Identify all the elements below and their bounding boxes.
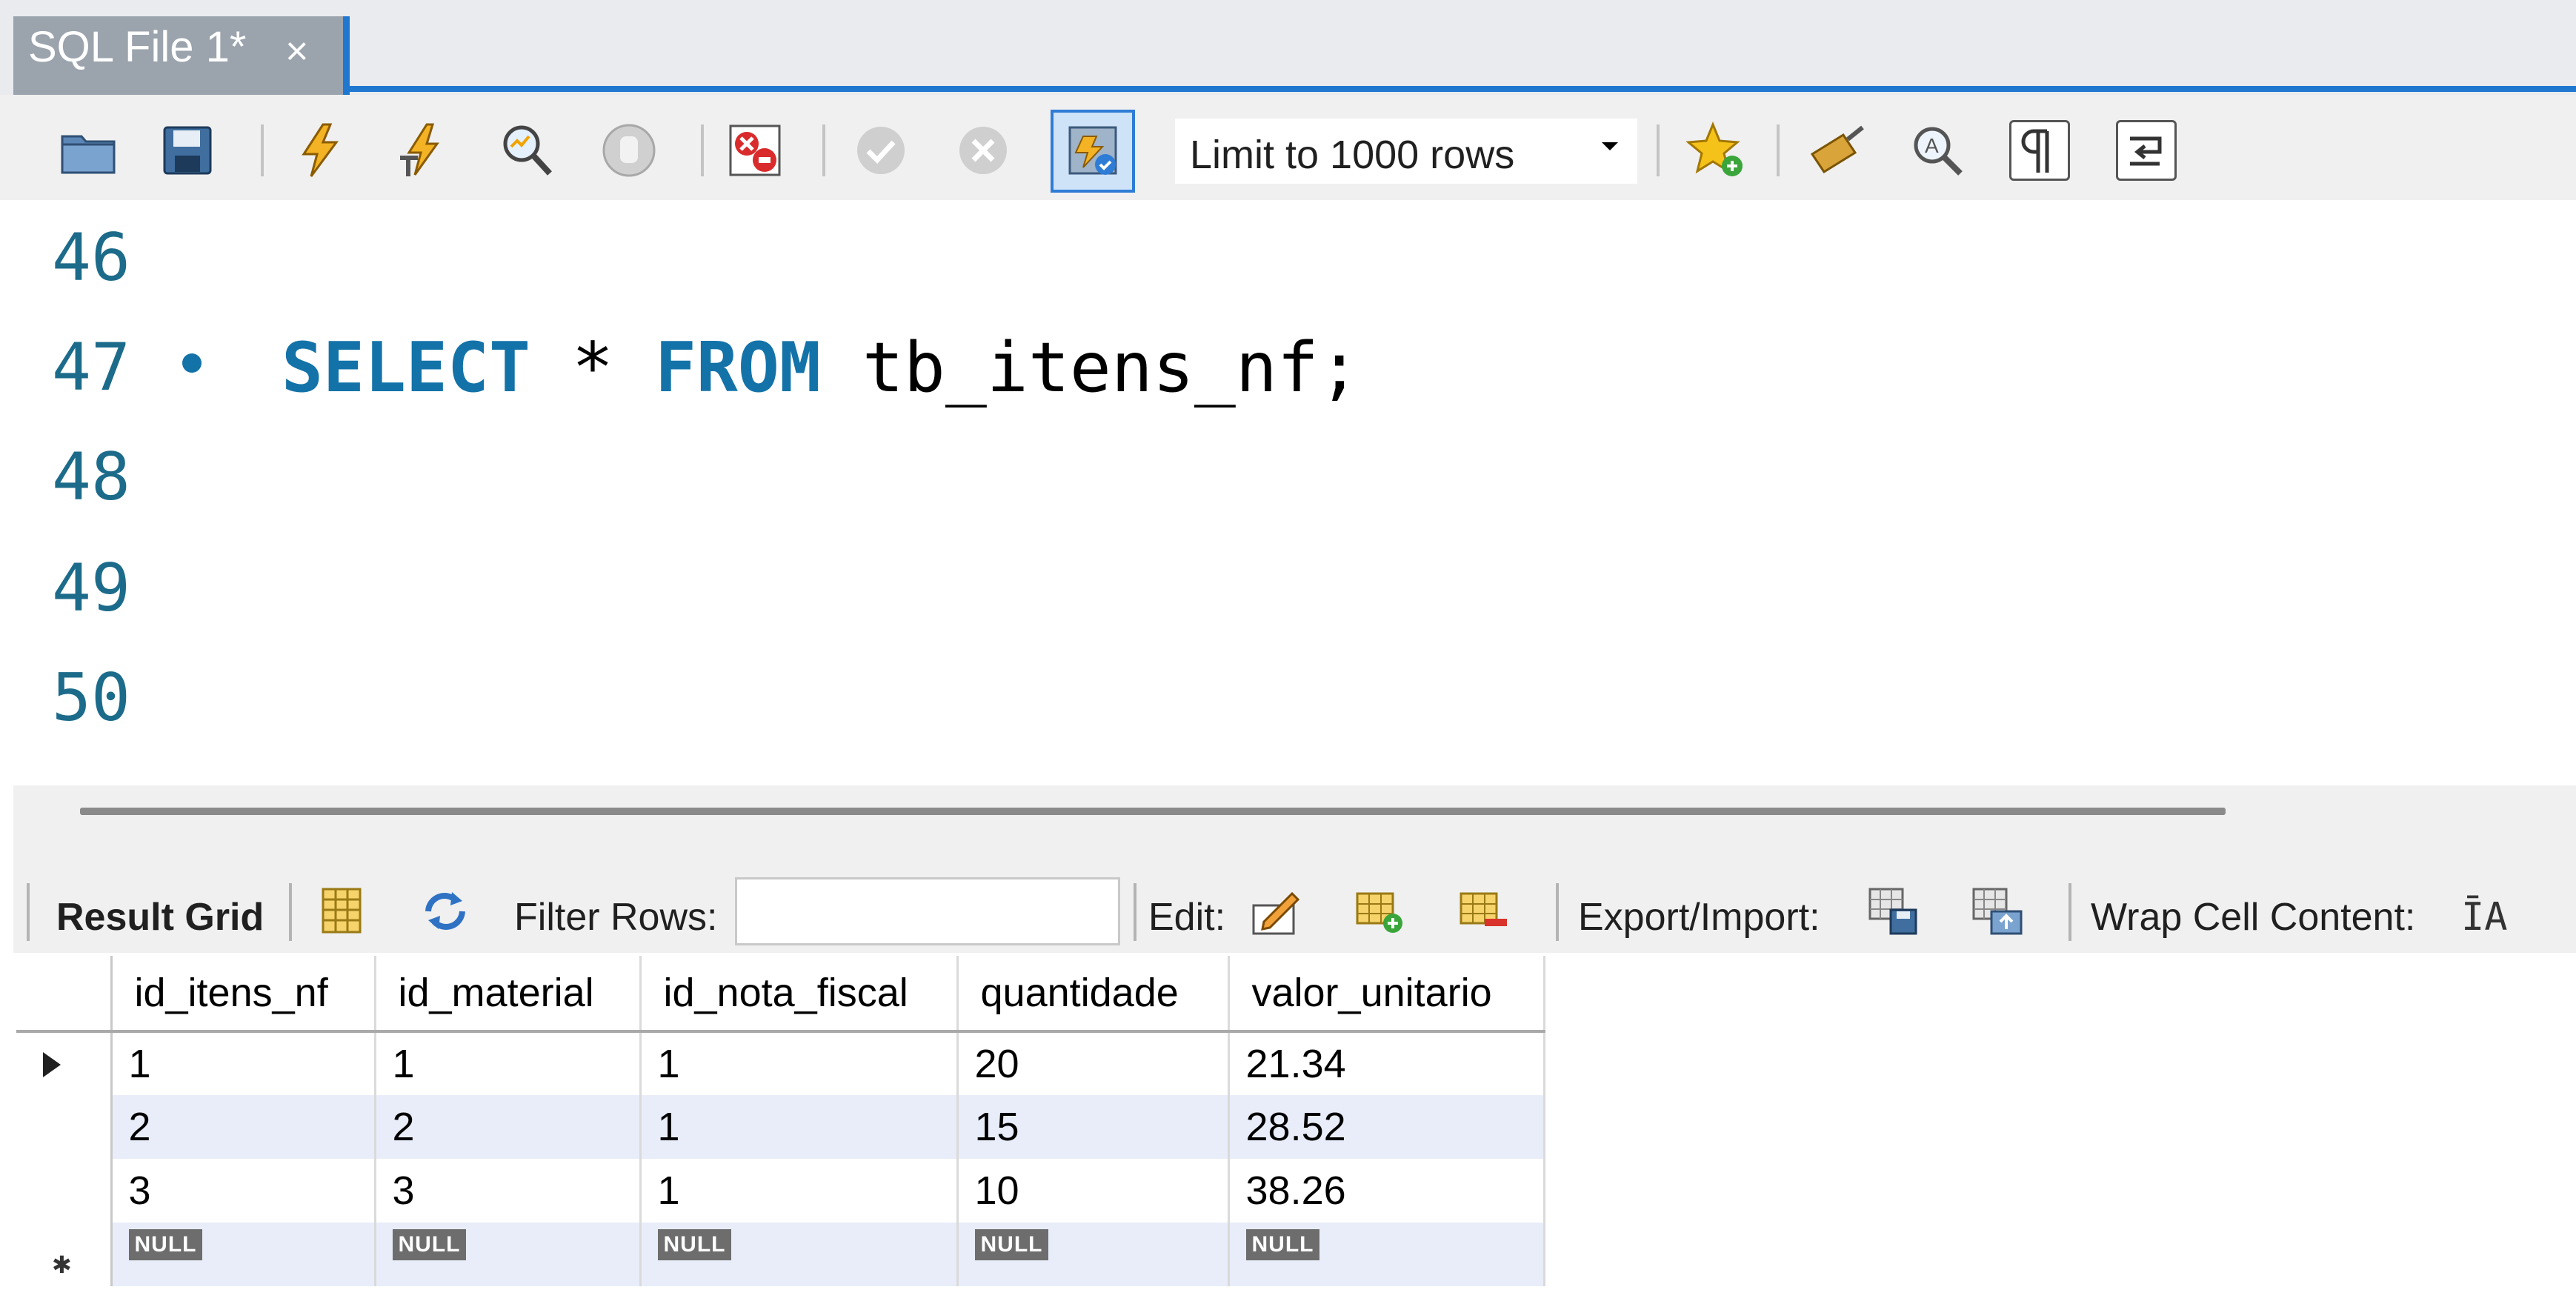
result-grid[interactable]: id_itens_nf id_material id_nota_fiscal q…: [13, 953, 2576, 1307]
row-header[interactable]: [16, 1095, 113, 1159]
table-cell[interactable]: NULL: [640, 1223, 959, 1286]
table-cell[interactable]: 21.34: [1228, 1031, 1545, 1095]
refresh-icon[interactable]: [418, 883, 473, 938]
line-number: 47: [52, 329, 130, 405]
keyword-from: FROM: [654, 327, 821, 408]
table-cell[interactable]: 2: [111, 1095, 376, 1159]
table-cell[interactable]: 3: [375, 1159, 642, 1223]
statement-marker-icon: [182, 353, 202, 373]
new-row[interactable]: ✱ NULL NULL NULL NULL NULL: [16, 1223, 1545, 1286]
export-icon[interactable]: [1866, 883, 1920, 938]
row-header-corner: [16, 956, 113, 1033]
editor-tab-strip: [0, 0, 2576, 95]
import-icon[interactable]: [1969, 883, 2024, 938]
add-bookmark-icon[interactable]: [1685, 120, 1747, 181]
table-cell[interactable]: 1: [111, 1031, 376, 1095]
tab-close-icon[interactable]: ×: [285, 28, 309, 74]
find-icon[interactable]: A: [1907, 120, 1968, 181]
sql-editor[interactable]: 46 47 48 49 50 SELECT * FROM tb_itens_nf…: [13, 200, 2576, 785]
beautify-icon[interactable]: [1806, 120, 1867, 181]
open-folder-icon[interactable]: [58, 120, 119, 181]
column-header[interactable]: valor_unitario: [1228, 956, 1545, 1033]
table-cell[interactable]: 10: [957, 1159, 1230, 1223]
autocommit-toggle-icon[interactable]: [1051, 110, 1135, 193]
table-cell[interactable]: NULL: [375, 1223, 642, 1286]
rollback-icon[interactable]: [953, 120, 1014, 181]
null-badge: NULL: [392, 1229, 467, 1260]
editor-toolbar: Limit to 1000 rows A: [0, 95, 2576, 200]
row-header[interactable]: ✱: [16, 1223, 113, 1286]
stop-icon[interactable]: [599, 120, 659, 181]
line-number: 48: [52, 439, 130, 515]
line-number: 50: [52, 659, 130, 736]
tab-underline: [343, 86, 2576, 92]
current-row-arrow-icon: [43, 1052, 61, 1077]
panel-divider-area: [13, 785, 2576, 867]
grid-layout-icon[interactable]: [314, 883, 369, 938]
filter-rows-input[interactable]: [735, 877, 1120, 945]
wrap-cell-content-label: Wrap Cell Content:: [2091, 896, 2416, 939]
svg-text:A: A: [1925, 134, 1939, 157]
delete-row-icon[interactable]: [1455, 883, 1510, 938]
null-badge: NULL: [974, 1229, 1049, 1260]
null-badge: NULL: [1245, 1229, 1320, 1260]
execute-icon[interactable]: [290, 120, 351, 181]
table-cell[interactable]: 2: [375, 1095, 642, 1159]
word-wrap-icon[interactable]: [2116, 120, 2177, 181]
null-badge: NULL: [657, 1229, 732, 1260]
filter-rows-label: Filter Rows:: [514, 896, 718, 939]
keyword-select: SELECT: [282, 327, 530, 408]
result-table: id_itens_nf id_material id_nota_fiscal q…: [16, 956, 1545, 1286]
table-cell[interactable]: NULL: [1228, 1223, 1545, 1286]
star-operator: *: [530, 327, 655, 408]
line-number: 49: [52, 550, 130, 626]
invisible-chars-icon[interactable]: [2009, 120, 2070, 181]
edit-cell-icon[interactable]: [1249, 883, 1304, 938]
tab-title: SQL File 1*: [28, 23, 247, 71]
table-cell[interactable]: 1: [640, 1095, 959, 1159]
horizontal-scrollbar[interactable]: [80, 808, 2226, 815]
table-cell[interactable]: NULL: [111, 1223, 376, 1286]
table-cell[interactable]: 20: [957, 1031, 1230, 1095]
chevron-down-icon: [1602, 142, 1618, 150]
limit-rows-select[interactable]: Limit to 1000 rows: [1175, 119, 1637, 184]
sql-statement[interactable]: SELECT * FROM tb_itens_nf;: [282, 327, 1360, 408]
result-grid-tab[interactable]: Result Grid: [56, 895, 264, 939]
column-header[interactable]: quantidade: [957, 956, 1230, 1033]
result-toolbar: Result Grid Filter Rows: Edit: Export/Im…: [13, 867, 2576, 953]
execute-current-icon[interactable]: [393, 120, 453, 181]
row-header[interactable]: [16, 1159, 113, 1223]
header-row: id_itens_nf id_material id_nota_fiscal q…: [16, 956, 1545, 1033]
table-cell[interactable]: 15: [957, 1095, 1230, 1159]
column-header[interactable]: id_itens_nf: [111, 956, 376, 1033]
table-cell[interactable]: 1: [375, 1031, 642, 1095]
row-header[interactable]: [16, 1031, 113, 1095]
commit-icon[interactable]: [851, 120, 911, 181]
line-number: 46: [52, 219, 130, 296]
tab-divider: [343, 16, 350, 95]
table-row[interactable]: 3 3 1 10 38.26: [16, 1159, 1545, 1223]
explain-icon[interactable]: [496, 120, 557, 181]
table-cell[interactable]: NULL: [957, 1223, 1230, 1286]
toggle-error-icon[interactable]: [725, 120, 785, 181]
export-import-label: Export/Import:: [1578, 896, 1820, 939]
table-cell[interactable]: 28.52: [1228, 1095, 1545, 1159]
edit-label: Edit:: [1148, 896, 1226, 939]
table-cell[interactable]: 1: [640, 1031, 959, 1095]
table-cell[interactable]: 3: [111, 1159, 376, 1223]
new-row-marker-icon: ✱: [52, 1251, 72, 1278]
column-header[interactable]: id_nota_fiscal: [640, 956, 959, 1033]
wrap-cell-content-icon[interactable]: ĪA: [2461, 895, 2508, 939]
table-cell[interactable]: 38.26: [1228, 1159, 1545, 1223]
save-icon[interactable]: [157, 120, 218, 181]
column-header[interactable]: id_material: [375, 956, 642, 1033]
insert-row-icon[interactable]: [1351, 883, 1406, 938]
table-cell[interactable]: 1: [640, 1159, 959, 1223]
table-row[interactable]: 1 1 1 20 21.34: [16, 1031, 1545, 1095]
null-badge: NULL: [128, 1229, 203, 1260]
limit-rows-value: Limit to 1000 rows: [1190, 133, 1515, 177]
table-row[interactable]: 2 2 1 15 28.52: [16, 1095, 1545, 1159]
table-identifier: tb_itens_nf;: [820, 327, 1360, 408]
